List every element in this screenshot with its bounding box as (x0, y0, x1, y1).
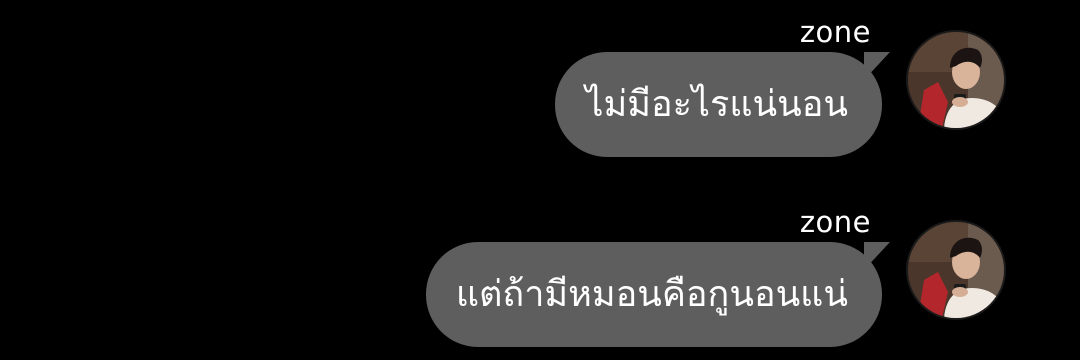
avatar-photo (908, 32, 1004, 128)
message-row: zone ไม่มีอะไรแน่นอน (0, 0, 1080, 170)
sender-name: zone (799, 205, 871, 239)
avatar[interactable] (906, 30, 1006, 130)
sender-name: zone (799, 15, 871, 49)
avatar[interactable] (906, 220, 1006, 320)
message-bubble[interactable]: ไม่มีอะไรแน่นอน (555, 52, 882, 157)
message-bubble[interactable]: แต่ถ้ามีหมอนคือกูนอนแน่ (425, 242, 882, 347)
message-row: zone แต่ถ้ามีหมอนคือกูนอนแน่ (0, 190, 1080, 360)
avatar-photo (908, 222, 1004, 318)
